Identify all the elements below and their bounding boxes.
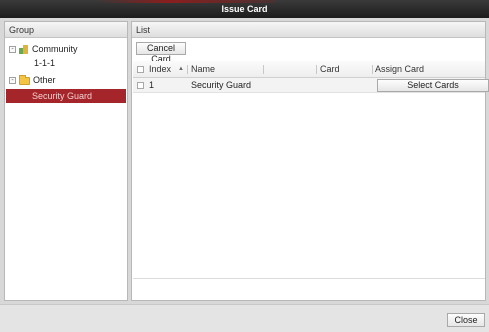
cancel-card-button[interactable]: Cancel Card — [136, 42, 186, 64]
building-icon — [19, 45, 29, 55]
row-index: 1 — [149, 80, 155, 90]
group-panel: Group - Community 1-1-1 - Other Security G… — [4, 21, 128, 301]
table-header: Index ▲ Name Card Assign Card — [133, 61, 485, 78]
person-table: Index ▲ Name Card Assign Card 1 Security… — [133, 61, 489, 93]
dialog-footer: Close — [0, 304, 489, 332]
tree-item-1-1-1[interactable]: 1-1-1 — [34, 56, 55, 70]
title-accent — [96, 0, 276, 3]
column-divider[interactable] — [316, 65, 317, 74]
tree-item-community[interactable]: - Community — [9, 42, 78, 56]
column-divider[interactable] — [187, 65, 188, 74]
list-toolbar: Cancel Card — [133, 39, 485, 64]
tree-item-label: Community — [32, 44, 78, 54]
table-row[interactable]: 1 Security Guard Select Cards — [133, 78, 489, 93]
column-header-card[interactable]: Card — [320, 61, 340, 78]
tree-item-security-guard[interactable]: Security Guard — [6, 89, 126, 103]
row-checkbox[interactable] — [137, 82, 144, 89]
select-all-checkbox[interactable] — [137, 66, 144, 73]
column-header-index[interactable]: Index — [149, 61, 171, 78]
list-footer-divider — [133, 278, 485, 279]
list-panel: List Cancel Card Index ▲ Name Card Assig… — [131, 21, 489, 301]
window-title: Issue Card — [221, 4, 268, 14]
tree-item-label: Security Guard — [32, 91, 93, 101]
select-cards-button[interactable]: Select Cards — [377, 79, 489, 92]
row-name: Security Guard — [191, 80, 252, 90]
group-panel-header: Group — [5, 22, 127, 38]
column-divider[interactable] — [263, 65, 264, 74]
collapse-icon[interactable]: - — [9, 77, 16, 85]
folder-icon — [19, 74, 30, 85]
sort-ascending-icon[interactable]: ▲ — [178, 61, 184, 78]
column-divider[interactable] — [372, 65, 373, 74]
column-header-name[interactable]: Name — [191, 61, 215, 78]
tree-item-label: 1-1-1 — [34, 58, 56, 68]
close-button[interactable]: Close — [447, 313, 485, 327]
list-panel-header: List — [132, 22, 485, 38]
tree-item-other[interactable]: - Other — [9, 73, 56, 87]
collapse-icon[interactable]: - — [9, 46, 16, 54]
column-header-assign-card[interactable]: Assign Card — [375, 61, 424, 78]
tree-item-label: Other — [33, 75, 56, 85]
title-bar: Issue Card — [0, 0, 489, 18]
